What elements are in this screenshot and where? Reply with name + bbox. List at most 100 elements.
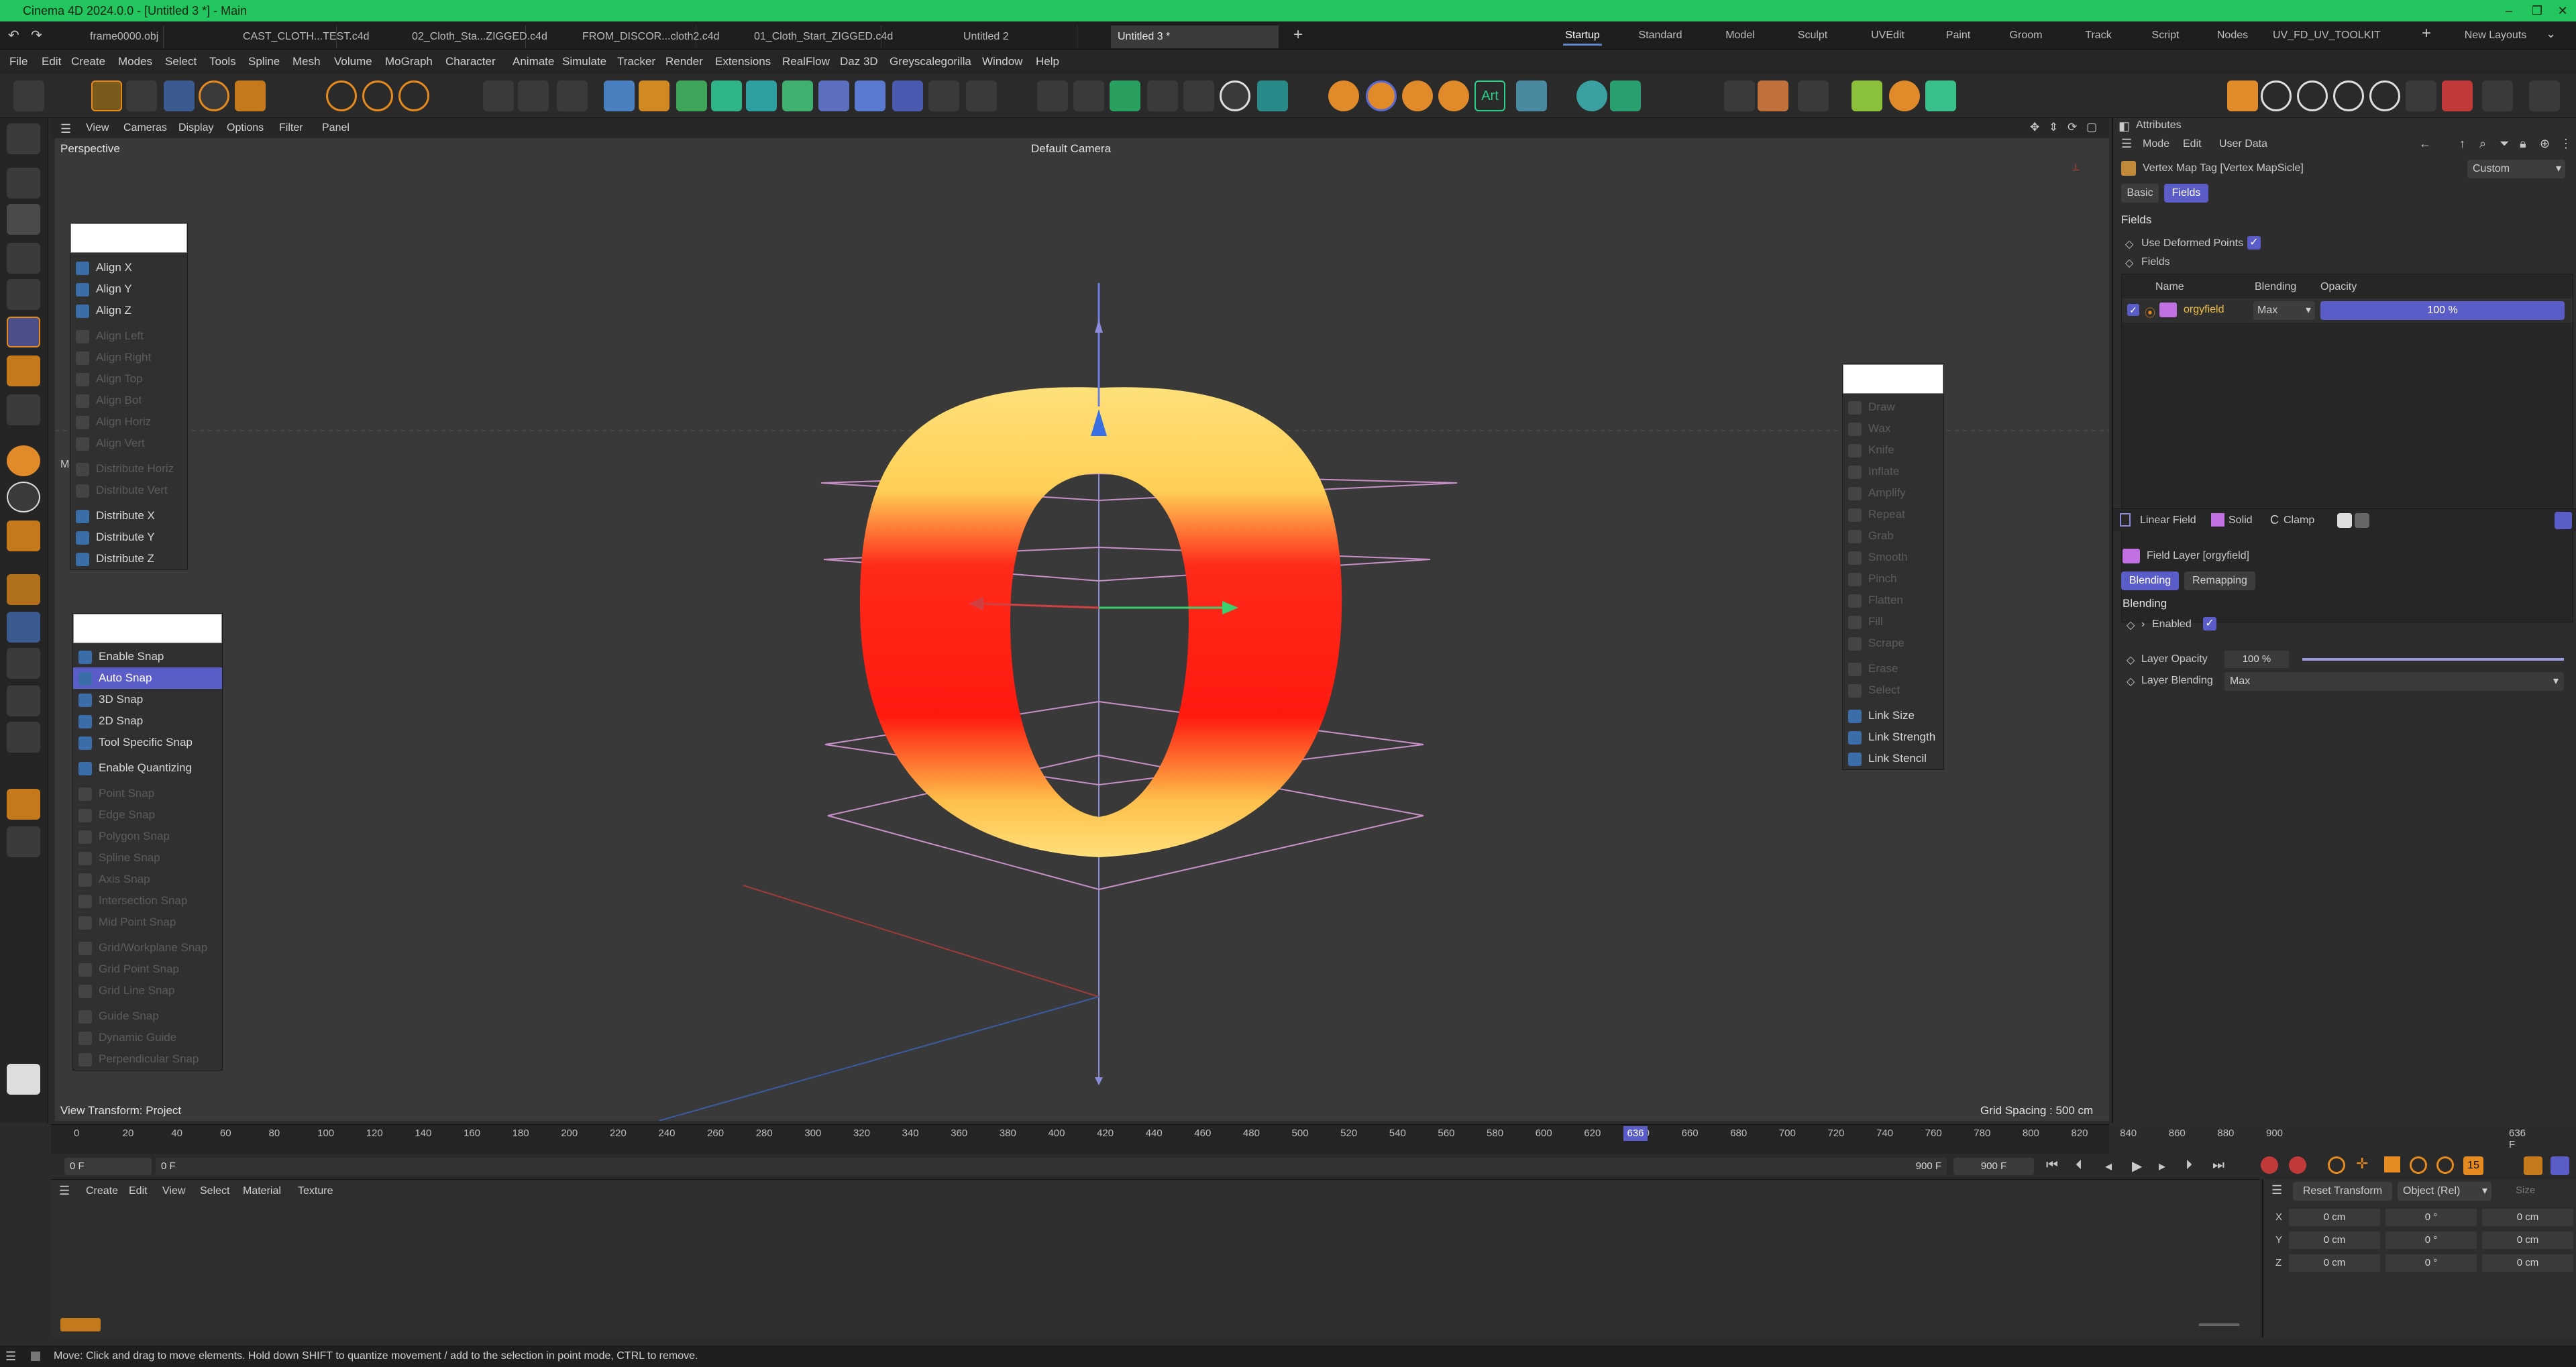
download-icon[interactable] xyxy=(1037,80,1068,111)
material-view-icons[interactable] xyxy=(60,1318,101,1331)
material-menu-texture[interactable]: Texture xyxy=(298,1181,333,1201)
palette-item[interactable]: Enable Snap xyxy=(73,646,222,667)
palette-item[interactable]: Grab xyxy=(1843,525,1943,547)
palette-item[interactable]: Wax xyxy=(1843,418,1943,439)
coord-position-field[interactable]: 0 cm xyxy=(2289,1209,2380,1226)
pencil-icon[interactable] xyxy=(7,1064,40,1095)
view-menu-filter[interactable]: Filter xyxy=(279,118,303,138)
rect-select-icon[interactable] xyxy=(126,80,157,111)
material-zoom-slider[interactable] xyxy=(2199,1323,2239,1326)
zoom-view-icon[interactable]: ⇕ xyxy=(2049,121,2058,134)
texture-mode-icon[interactable] xyxy=(7,204,40,235)
texture-axis-icon[interactable] xyxy=(7,722,40,753)
menu-greyscalegorilla[interactable]: Greyscalegorilla xyxy=(890,50,971,74)
material-hamburger-icon[interactable]: ☰ xyxy=(59,1184,70,1198)
new-panel-icon[interactable]: ⊕ xyxy=(2540,137,2550,151)
palette-item[interactable]: Axis Snap xyxy=(73,869,222,890)
workplane-icon[interactable] xyxy=(7,574,40,605)
layer-blending-dropdown[interactable]: Max ▾ xyxy=(2253,301,2315,320)
render-settings-icon[interactable] xyxy=(557,80,588,111)
z-axis-lock-icon[interactable] xyxy=(398,80,429,111)
coords-hamburger-icon[interactable]: ☰ xyxy=(2271,1183,2282,1197)
prev-key-icon[interactable]: ⏴ xyxy=(2076,1158,2082,1173)
move-tool-icon[interactable] xyxy=(164,80,195,111)
preview-range-bar[interactable]: 0 F 900 F xyxy=(156,1158,1947,1175)
menu-extensions[interactable]: Extensions xyxy=(715,50,771,74)
palette-item[interactable]: Smooth xyxy=(1843,547,1943,568)
plugin-wave-3-icon[interactable] xyxy=(2333,80,2364,111)
key-scale-icon[interactable] xyxy=(2384,1156,2400,1172)
palette-item[interactable]: Distribute Z xyxy=(70,548,187,569)
status-hamburger-icon[interactable]: ☰ xyxy=(5,1346,16,1367)
attr-menu-user-data[interactable]: User Data xyxy=(2219,138,2267,150)
plugin-wave-2-icon[interactable] xyxy=(2297,80,2328,111)
reset-transform-button[interactable]: Reset Transform xyxy=(2293,1182,2392,1201)
plugin-green-icon[interactable] xyxy=(1925,80,1956,111)
layer-opacity-field[interactable]: 100 % xyxy=(2224,651,2289,668)
render-region-icon[interactable] xyxy=(483,80,514,111)
tab-fields[interactable]: Fields xyxy=(2164,184,2208,203)
key-rot-icon[interactable] xyxy=(2410,1156,2427,1174)
palette-item[interactable]: Distribute Y xyxy=(70,527,187,548)
timeline-tool-icon[interactable] xyxy=(2524,1156,2542,1175)
palette-item[interactable]: Knife xyxy=(1843,439,1943,461)
record-icon[interactable] xyxy=(2261,1156,2278,1174)
layout-tab[interactable]: Nodes xyxy=(2212,25,2253,46)
coord-rotation-field[interactable]: 0 ° xyxy=(2385,1232,2477,1249)
menu-modes[interactable]: Modes xyxy=(118,50,152,74)
play-icon[interactable]: ▶ xyxy=(2132,1158,2142,1174)
material-menu-create[interactable]: Create xyxy=(86,1181,118,1201)
palette-item[interactable]: Grid Line Snap xyxy=(73,980,222,1001)
clamp-button[interactable]: Clamp xyxy=(2284,514,2314,527)
menu-animate[interactable]: Animate xyxy=(513,50,554,74)
palette-item[interactable]: Erase xyxy=(1843,658,1943,679)
timeline-mode-icon[interactable] xyxy=(2551,1156,2569,1175)
material-menu-edit[interactable]: Edit xyxy=(129,1181,148,1201)
deformer-icon[interactable] xyxy=(818,80,849,111)
palette-item[interactable]: Inflate xyxy=(1843,461,1943,482)
layout-tab[interactable]: Startup xyxy=(1563,25,1602,46)
grid-icon[interactable] xyxy=(1257,80,1288,111)
plugin-wave-orange-icon[interactable] xyxy=(2227,80,2258,111)
goto-end-icon[interactable]: ⏭ xyxy=(2212,1158,2224,1173)
layout-tab[interactable]: UV_FD_UV_TOOLKIT xyxy=(2273,25,2381,46)
cube-grid-icon[interactable] xyxy=(1516,80,1547,111)
palette-item[interactable]: Repeat xyxy=(1843,504,1943,525)
palette-item[interactable]: Select xyxy=(1843,679,1943,701)
menu-simulate[interactable]: Simulate xyxy=(562,50,606,74)
material-menu-material[interactable]: Material xyxy=(243,1181,281,1201)
make-editable-icon[interactable] xyxy=(7,123,40,154)
expand-chevron-icon[interactable]: › xyxy=(2141,618,2145,631)
brush-icon[interactable] xyxy=(7,789,40,820)
tab-remapping[interactable]: Remapping xyxy=(2184,571,2255,590)
palette-item[interactable]: Align X xyxy=(70,257,187,278)
palette-item[interactable]: 3D Snap xyxy=(73,689,222,710)
uv-icon[interactable] xyxy=(1798,80,1829,111)
palette-item[interactable]: Scrape xyxy=(1843,633,1943,654)
key-param-icon[interactable] xyxy=(2436,1156,2454,1174)
doc-tab[interactable]: FROM_DISCOR...cloth2.c4d * xyxy=(576,25,720,65)
palette-item[interactable]: Intersection Snap xyxy=(73,890,222,912)
add-layout-icon[interactable]: + xyxy=(2422,24,2431,43)
menu-help[interactable]: Help xyxy=(1036,50,1059,74)
keyframe-diamond-icon[interactable]: ◇ xyxy=(2127,653,2135,667)
x-axis-lock-icon[interactable] xyxy=(326,80,357,111)
layer-blending-select[interactable]: Max ▾ xyxy=(2224,672,2564,691)
teal-ball-icon[interactable] xyxy=(1576,80,1607,111)
coord-position-field[interactable]: 0 cm xyxy=(2289,1254,2380,1272)
up-arrow-icon[interactable]: ↑ xyxy=(2459,137,2465,151)
back-arrow-icon[interactable]: ← xyxy=(2419,137,2431,151)
keyframe-diamond-icon[interactable]: ◇ xyxy=(2127,675,2135,688)
palette-item[interactable]: Perpendicular Snap xyxy=(73,1048,222,1070)
doc-tab[interactable]: CAST_CLOTH...TEST.c4d * xyxy=(236,25,370,65)
hamburger-icon[interactable]: ☰ xyxy=(60,122,71,136)
tab-basic[interactable]: Basic xyxy=(2121,184,2159,203)
palette-item[interactable]: Auto Snap xyxy=(73,667,222,689)
keyframe-diamond-icon[interactable]: ◇ xyxy=(2125,237,2133,251)
menu-mograph[interactable]: MoGraph xyxy=(385,50,433,74)
minimize-icon[interactable]: – xyxy=(2496,0,2522,21)
enabled-checkbox[interactable]: ✓ xyxy=(2203,617,2216,631)
palette-item[interactable]: Link Strength xyxy=(1843,726,1943,748)
view-menu-display[interactable]: Display xyxy=(178,118,213,138)
snap-s-outline-icon[interactable] xyxy=(7,482,40,512)
